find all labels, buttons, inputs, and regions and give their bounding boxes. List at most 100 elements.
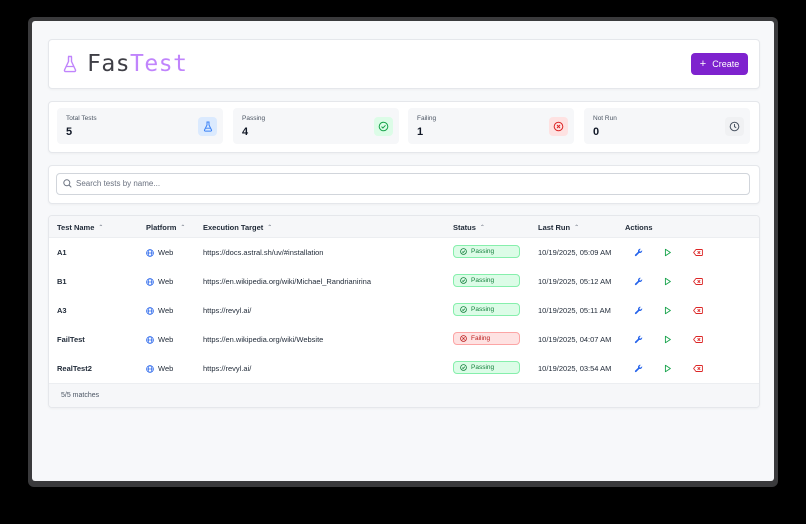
stat-total-tests: Total Tests 5: [57, 108, 223, 144]
status-badge: Failing: [453, 332, 520, 345]
stat-label: Not Run: [593, 115, 617, 122]
clock-icon: [725, 117, 744, 136]
run-play-icon[interactable]: [662, 247, 673, 258]
table-footer: 5/5 matches: [49, 383, 759, 407]
plus-icon: +: [699, 58, 707, 70]
delete-icon[interactable]: [692, 276, 703, 287]
test-name[interactable]: B1: [57, 277, 67, 286]
last-run: 10/19/2025, 05:11 AM: [538, 306, 611, 315]
x-circle-icon: [460, 335, 467, 342]
test-name[interactable]: A3: [57, 306, 67, 315]
status-label: Passing: [471, 306, 495, 313]
execution-target: https://revyl.ai/: [203, 306, 252, 315]
table-row[interactable]: A1 Web https://docs.astral.sh/uv/#installa…: [49, 238, 759, 267]
check-circle-icon: [460, 306, 467, 313]
platform-label: Web: [158, 364, 174, 373]
edit-wrench-icon[interactable]: [633, 305, 644, 316]
table-header: Test Name ⌃ Platform ⌃ Execution Target ⌃ S…: [49, 216, 759, 238]
status-badge: Passing: [453, 361, 520, 374]
delete-icon[interactable]: [692, 305, 703, 316]
check-circle-icon: [374, 117, 393, 136]
table-row[interactable]: A3 Web https://revyl.ai/Passing 10/19/2025,…: [49, 296, 759, 325]
test-name[interactable]: FailTest: [57, 335, 85, 344]
sort-caret-icon: ⌃: [574, 225, 580, 231]
search-icon: [63, 179, 72, 188]
logo: FasTest: [63, 52, 187, 76]
status-badge: Passing: [453, 245, 520, 258]
edit-wrench-icon[interactable]: [633, 276, 644, 287]
last-run: 10/19/2025, 05:12 AM: [538, 277, 612, 286]
flask-icon: [198, 117, 217, 136]
platform-cell: Web: [146, 364, 173, 373]
column-header-execution-target[interactable]: Execution Target ⌃: [203, 223, 272, 232]
app-header: FasTest + Create: [48, 39, 760, 89]
sort-caret-icon: ⌃: [267, 225, 273, 231]
status-label: Failing: [471, 335, 491, 342]
platform-cell: Web: [146, 335, 173, 344]
brand-name: FasTest: [87, 52, 187, 76]
check-circle-icon: [460, 277, 467, 284]
last-run: 10/19/2025, 03:54 AM: [538, 364, 612, 373]
edit-wrench-icon[interactable]: [633, 247, 644, 258]
stat-label: Failing: [417, 115, 437, 122]
last-run: 10/19/2025, 04:07 AM: [538, 335, 612, 344]
edit-wrench-icon[interactable]: [633, 363, 644, 374]
table-row[interactable]: RealTest2 Web https://revyl.ai/Passing 10/1…: [49, 354, 759, 383]
run-play-icon[interactable]: [662, 363, 673, 374]
column-header-last-run[interactable]: Last Run ⌃: [538, 223, 579, 232]
globe-icon: [146, 364, 154, 373]
sort-caret-icon: ⌃: [479, 225, 485, 231]
delete-icon[interactable]: [692, 247, 703, 258]
app-screen: FasTest + Create Total Tests 5 Passing 4: [32, 21, 774, 481]
app-window: FasTest + Create Total Tests 5 Passing 4: [28, 17, 778, 487]
brand-name-part1: Fas: [87, 51, 131, 77]
status-badge: Passing: [453, 274, 520, 287]
check-circle-icon: [460, 364, 467, 371]
stats-panel: Total Tests 5 Passing 4 Failing 1 Not Ru…: [48, 101, 760, 153]
search-input[interactable]: [76, 175, 736, 191]
search-panel: [48, 165, 760, 204]
edit-wrench-icon[interactable]: [633, 334, 644, 345]
column-header-status[interactable]: Status ⌃: [453, 223, 485, 232]
tests-table: Test Name ⌃ Platform ⌃ Execution Target ⌃ S…: [48, 215, 760, 408]
column-header-platform[interactable]: Platform ⌃: [146, 223, 185, 232]
sort-caret-icon: ⌃: [98, 225, 104, 231]
delete-icon[interactable]: [692, 334, 703, 345]
stat-not-run: Not Run 0: [584, 108, 750, 144]
table-row[interactable]: FailTest Web https://en.wikipedia.org/wiki…: [49, 325, 759, 354]
delete-icon[interactable]: [692, 363, 703, 374]
execution-target: https://revyl.ai/: [203, 364, 252, 373]
create-button-label: Create: [712, 59, 740, 69]
platform-label: Web: [158, 248, 174, 257]
create-button[interactable]: + Create: [691, 53, 748, 75]
run-play-icon[interactable]: [662, 305, 673, 316]
column-header-label: Actions: [625, 223, 653, 232]
test-name[interactable]: A1: [57, 248, 67, 257]
run-play-icon[interactable]: [662, 276, 673, 287]
stat-label: Total Tests: [66, 115, 97, 122]
globe-icon: [146, 248, 154, 257]
column-header-label: Status: [453, 223, 476, 232]
last-run: 10/19/2025, 05:09 AM: [538, 248, 612, 257]
flask-logo-icon: [63, 55, 77, 73]
stat-value: 5: [66, 126, 73, 138]
globe-icon: [146, 306, 154, 315]
stat-passing: Passing 4: [233, 108, 399, 144]
status-label: Passing: [471, 248, 495, 255]
check-circle-icon: [460, 248, 467, 255]
platform-cell: Web: [146, 277, 173, 286]
column-header-label: Execution Target: [203, 223, 264, 232]
x-circle-icon: [549, 117, 568, 136]
column-header-label: Platform: [146, 223, 177, 232]
status-label: Passing: [471, 364, 495, 371]
column-header-label: Test Name: [57, 223, 95, 232]
table-row[interactable]: B1 Web https://en.wikipedia.org/wiki/Micha…: [49, 267, 759, 296]
platform-label: Web: [158, 306, 174, 315]
test-name[interactable]: RealTest2: [57, 364, 92, 373]
column-header-test-name[interactable]: Test Name ⌃: [57, 223, 103, 232]
run-play-icon[interactable]: [662, 334, 673, 345]
execution-target: https://en.wikipedia.org/wiki/Michael_Ra…: [203, 277, 371, 286]
match-count: 5/5 matches: [61, 392, 100, 399]
execution-target: https://en.wikipedia.org/wiki/Website: [203, 335, 324, 344]
stat-value: 0: [593, 126, 600, 138]
